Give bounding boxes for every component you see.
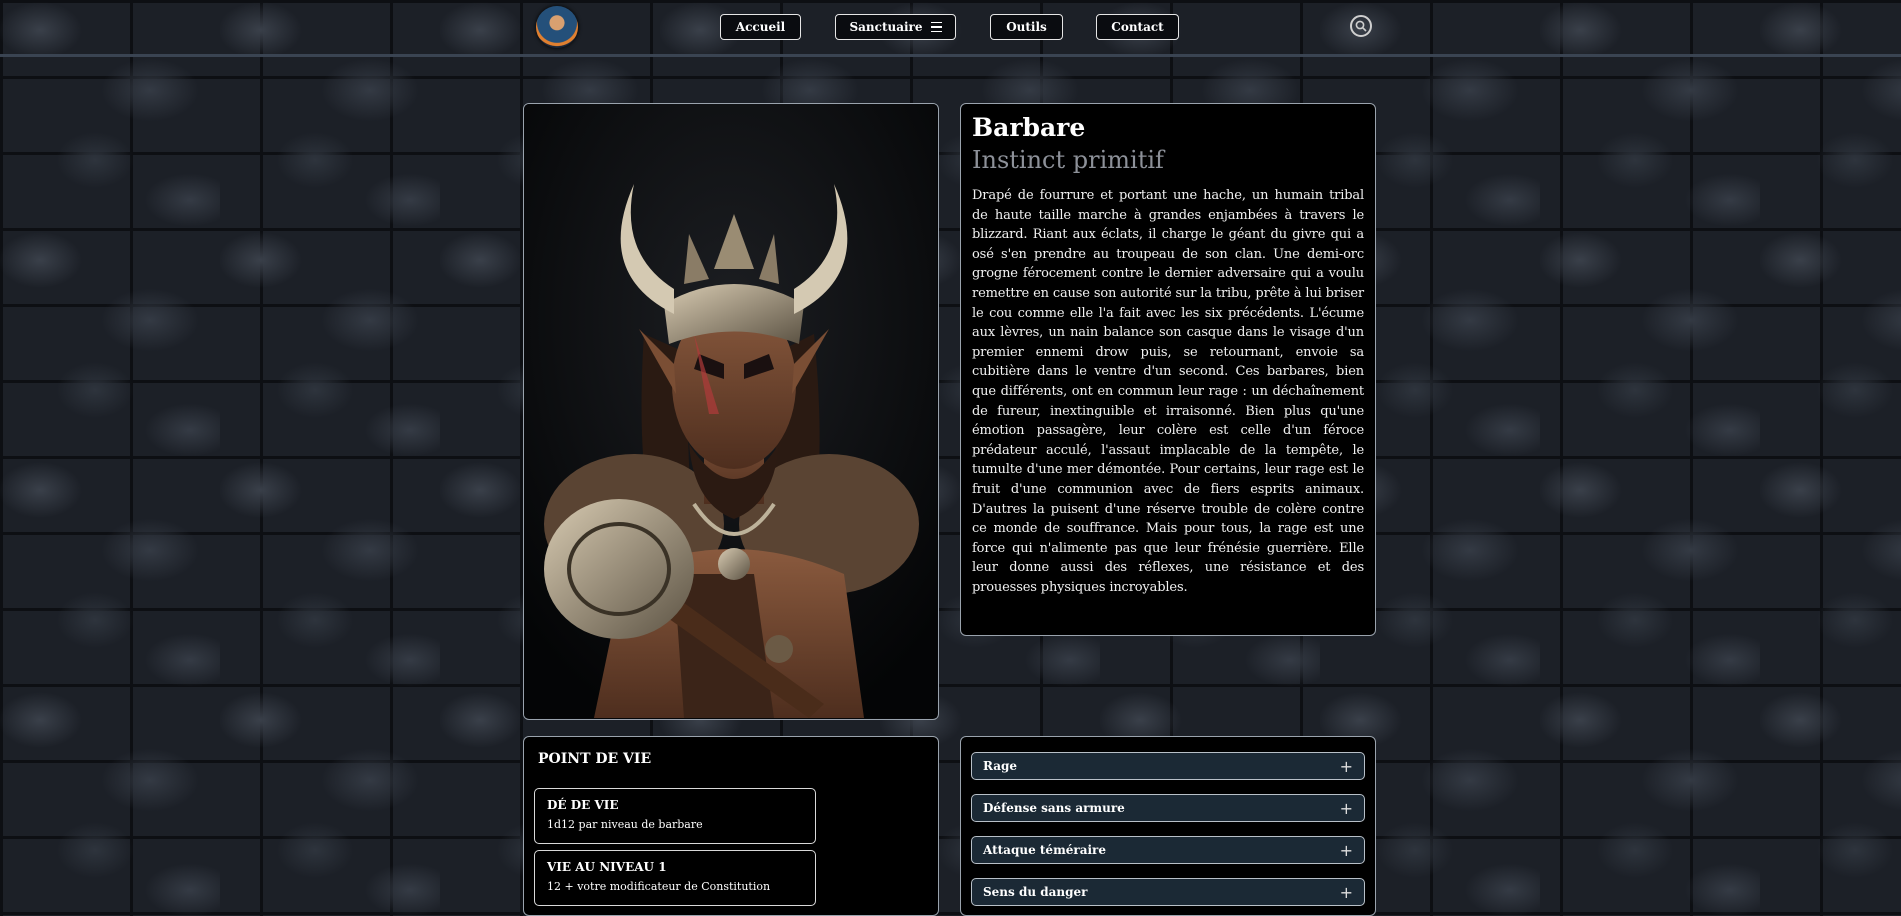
- feature-danger-sense-toggle[interactable]: Sens du danger +: [971, 878, 1365, 906]
- level1-hp-title: VIE AU NIVEAU 1: [547, 860, 667, 874]
- plus-icon: +: [1339, 756, 1353, 776]
- search-icon[interactable]: [1350, 15, 1372, 37]
- hit-die-box: DÉ DE VIE 1d12 par niveau de barbare: [534, 788, 816, 844]
- feature-label: Défense sans armure: [983, 801, 1125, 815]
- feature-rage-toggle[interactable]: Rage +: [971, 752, 1365, 780]
- level1-hp-box: VIE AU NIVEAU 1 12 + votre modificateur …: [534, 850, 816, 906]
- plus-icon: +: [1339, 840, 1353, 860]
- nav-home-button[interactable]: Accueil: [720, 14, 801, 40]
- top-header: Accueil Sanctuaire Outils Contact: [0, 0, 1901, 57]
- class-description: Drapé de fourrure et portant une hache, …: [972, 188, 1364, 595]
- feature-label: Sens du danger: [983, 885, 1088, 899]
- hit-die-title: DÉ DE VIE: [547, 798, 619, 812]
- level1-hp-value: 12 + votre modificateur de Constitution: [547, 880, 771, 893]
- nav-contact-button[interactable]: Contact: [1096, 14, 1179, 40]
- feature-label: Attaque téméraire: [983, 843, 1107, 857]
- nav-tools-label: Outils: [1006, 20, 1047, 34]
- class-title: Barbare: [972, 113, 1086, 142]
- header-divider: [0, 54, 1901, 57]
- nav-sanctuary-label: Sanctuaire: [849, 20, 923, 34]
- menu-icon: [930, 22, 942, 32]
- nav-tools-button[interactable]: Outils: [990, 14, 1063, 40]
- nav-contact-label: Contact: [1111, 20, 1164, 34]
- feature-unarmored-defense-toggle[interactable]: Défense sans armure +: [971, 794, 1365, 822]
- class-description-card: Barbare Instinct primitif Drapé de fourr…: [960, 103, 1376, 636]
- class-subtitle: Instinct primitif: [972, 146, 1164, 174]
- nav-home-label: Accueil: [735, 20, 786, 34]
- hit-points-card: POINT DE VIE DÉ DE VIE 1d12 par niveau d…: [523, 736, 939, 916]
- hit-die-value: 1d12 par niveau de barbare: [547, 818, 703, 831]
- feature-label: Rage: [983, 759, 1018, 773]
- barbarian-portrait: [523, 103, 939, 720]
- hit-points-title: POINT DE VIE: [538, 751, 652, 767]
- features-card: Rage + Défense sans armure + Attaque tém…: [960, 736, 1376, 916]
- feature-reckless-attack-toggle[interactable]: Attaque téméraire +: [971, 836, 1365, 864]
- plus-icon: +: [1339, 798, 1353, 818]
- site-logo[interactable]: [536, 6, 578, 48]
- nav-sanctuary-button[interactable]: Sanctuaire: [835, 14, 956, 40]
